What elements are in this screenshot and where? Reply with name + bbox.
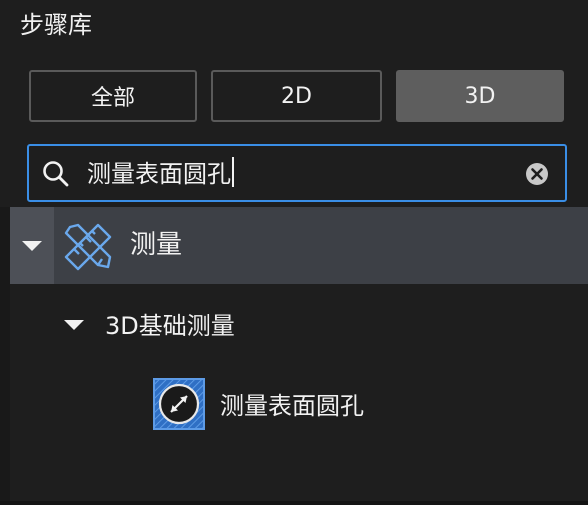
step-library-panel: 步骤库 全部 2D 3D 测量表面圆孔 测量 3D基础测量 测量表面圆孔	[0, 0, 588, 505]
search-box[interactable]: 测量表面圆孔	[27, 144, 567, 202]
filter-3d-label: 3D	[464, 83, 496, 109]
panel-title: 步骤库	[20, 11, 92, 39]
collapse-triangle-icon	[22, 241, 42, 251]
tree-subcategory-3d-basic-measure[interactable]: 3D基础测量	[10, 300, 588, 354]
tree-category-measure[interactable]: 测量	[10, 207, 588, 284]
tree-gutter	[0, 207, 10, 501]
panel-bottom-border	[0, 501, 588, 505]
filter-2d-label: 2D	[281, 83, 312, 109]
search-input-value: 测量表面圆孔	[87, 160, 231, 188]
category-label: 测量	[130, 230, 183, 260]
category-toggle[interactable]	[10, 207, 54, 284]
subcategory-label: 3D基础测量	[105, 312, 235, 340]
filter-all-button[interactable]: 全部	[29, 70, 197, 122]
ruler-pencil-icon	[64, 223, 112, 271]
search-icon	[43, 161, 69, 187]
search-input[interactable]: 测量表面圆孔	[87, 155, 234, 193]
filter-2d-button[interactable]: 2D	[211, 70, 382, 122]
tree-item-measure-surface-hole[interactable]: 测量表面圆孔	[10, 370, 588, 440]
filter-all-label: 全部	[90, 86, 135, 111]
surface-hole-measure-icon	[153, 378, 205, 430]
collapse-triangle-icon[interactable]	[64, 320, 84, 330]
clear-search-icon[interactable]	[525, 162, 549, 186]
text-caret	[232, 157, 234, 187]
filter-3d-button[interactable]: 3D	[396, 70, 564, 122]
item-label: 测量表面圆孔	[220, 392, 364, 420]
